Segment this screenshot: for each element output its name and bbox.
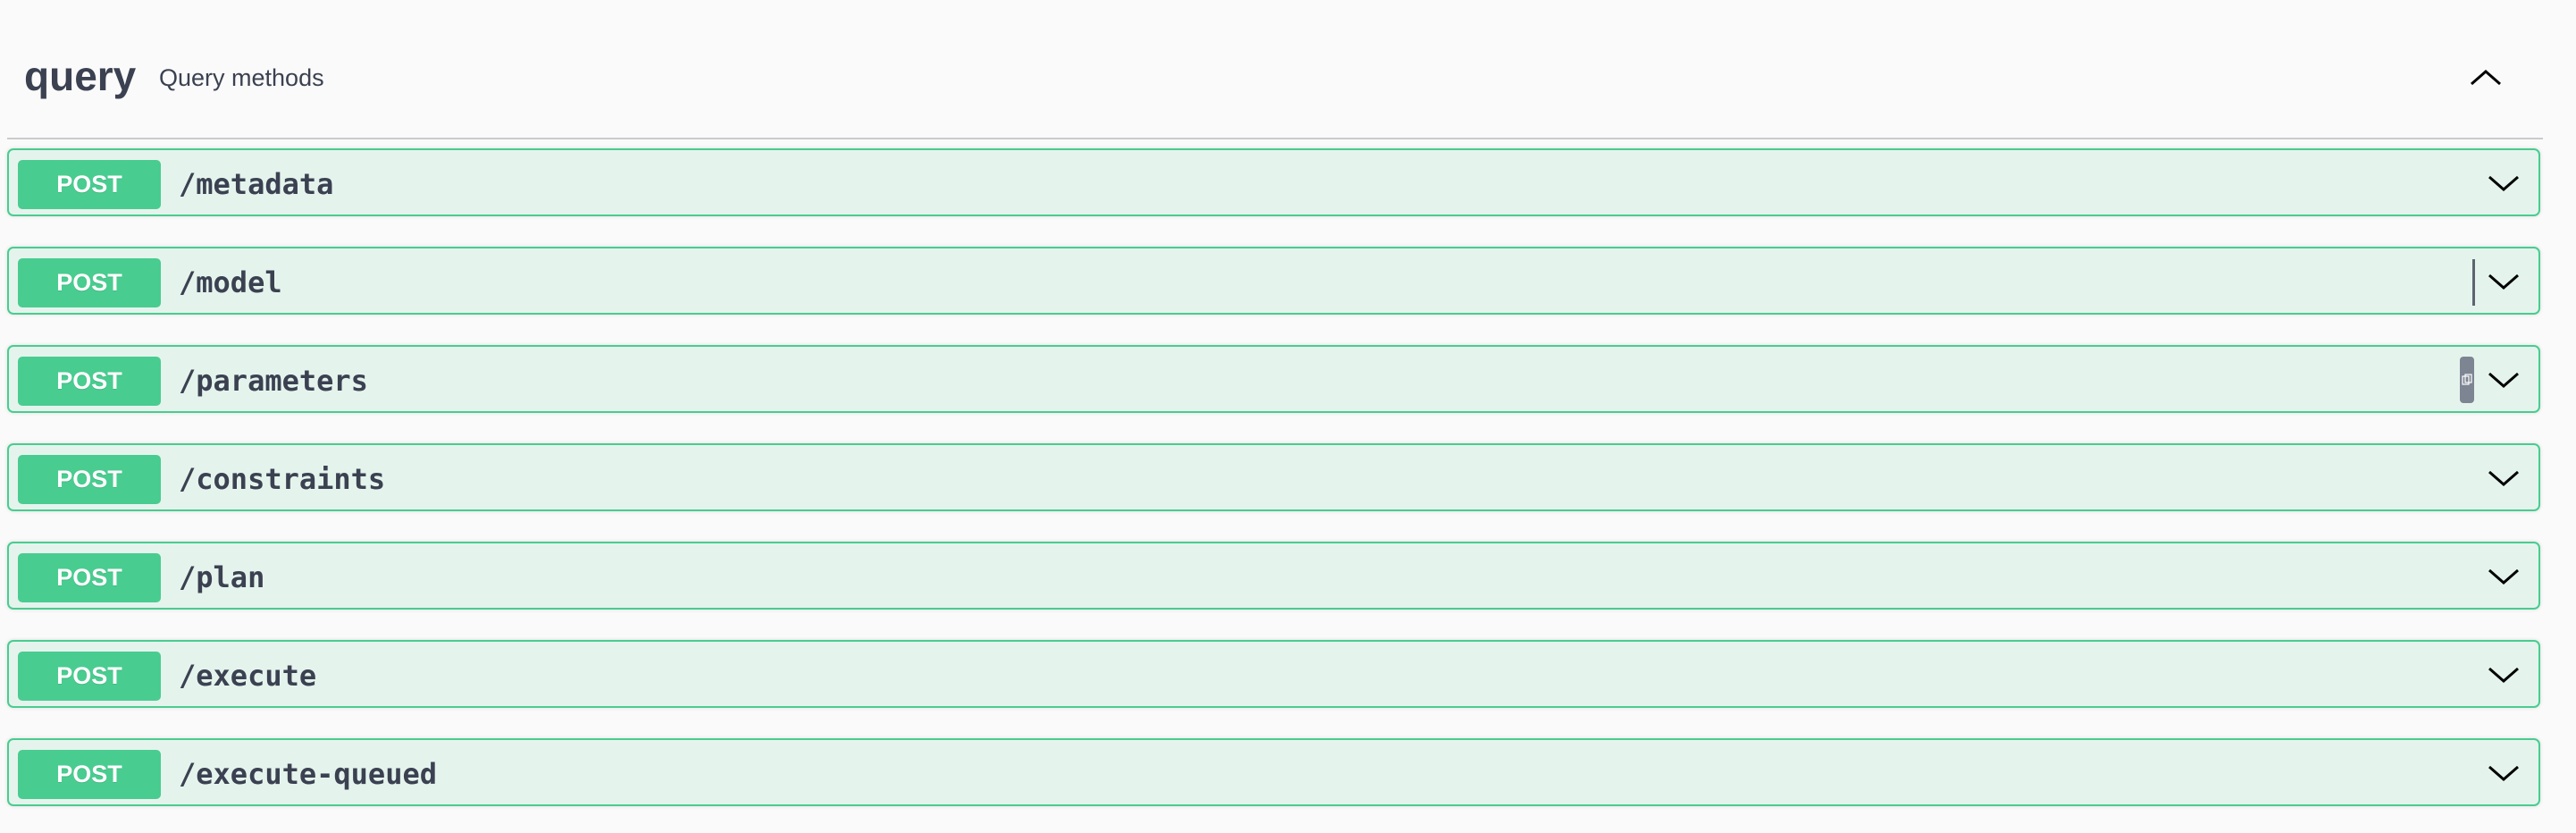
- operation-post-metadata[interactable]: POST /metadata: [7, 148, 2540, 216]
- method-badge: POST: [18, 455, 161, 504]
- operation-path: /plan: [179, 560, 265, 594]
- method-badge: POST: [18, 652, 161, 701]
- api-tag-section: query Query methods POST /metadata POST …: [0, 0, 2576, 833]
- operation-post-execute-queued[interactable]: POST /execute-queued: [7, 738, 2540, 806]
- chevron-down-icon[interactable]: [2484, 361, 2523, 397]
- operation-path: /constraints: [179, 462, 386, 496]
- method-badge: POST: [18, 357, 161, 406]
- operation-path: /execute-queued: [179, 757, 437, 791]
- operation-post-plan[interactable]: POST /plan: [7, 542, 2540, 610]
- method-badge: POST: [18, 258, 161, 307]
- chevron-down-icon[interactable]: [2484, 558, 2523, 593]
- method-badge: POST: [18, 750, 161, 799]
- operation-path: /execute: [179, 659, 317, 693]
- operation-post-constraints[interactable]: POST /constraints: [7, 443, 2540, 511]
- method-badge: POST: [18, 553, 161, 602]
- tag-name: query: [24, 53, 137, 99]
- operation-path: /metadata: [179, 167, 334, 201]
- chevron-down-icon[interactable]: [2484, 263, 2523, 299]
- chevron-up-icon[interactable]: [2463, 57, 2509, 97]
- chevron-down-icon[interactable]: [2484, 459, 2523, 495]
- tag-description: Query methods: [159, 64, 324, 91]
- chevron-down-icon[interactable]: [2484, 656, 2523, 692]
- operation-post-model[interactable]: POST /model: [7, 247, 2540, 315]
- operation-post-execute[interactable]: POST /execute: [7, 640, 2540, 708]
- chevron-down-icon[interactable]: [2484, 754, 2523, 790]
- chevron-down-icon[interactable]: [2484, 164, 2523, 200]
- divider: [2472, 259, 2475, 306]
- operation-post-parameters[interactable]: POST /parameters: [7, 345, 2540, 413]
- operation-path: /model: [179, 265, 282, 299]
- copy-icon[interactable]: [2460, 357, 2474, 403]
- tag-header-query[interactable]: query Query methods: [7, 36, 2543, 139]
- method-badge: POST: [18, 160, 161, 209]
- operation-path: /parameters: [179, 364, 368, 398]
